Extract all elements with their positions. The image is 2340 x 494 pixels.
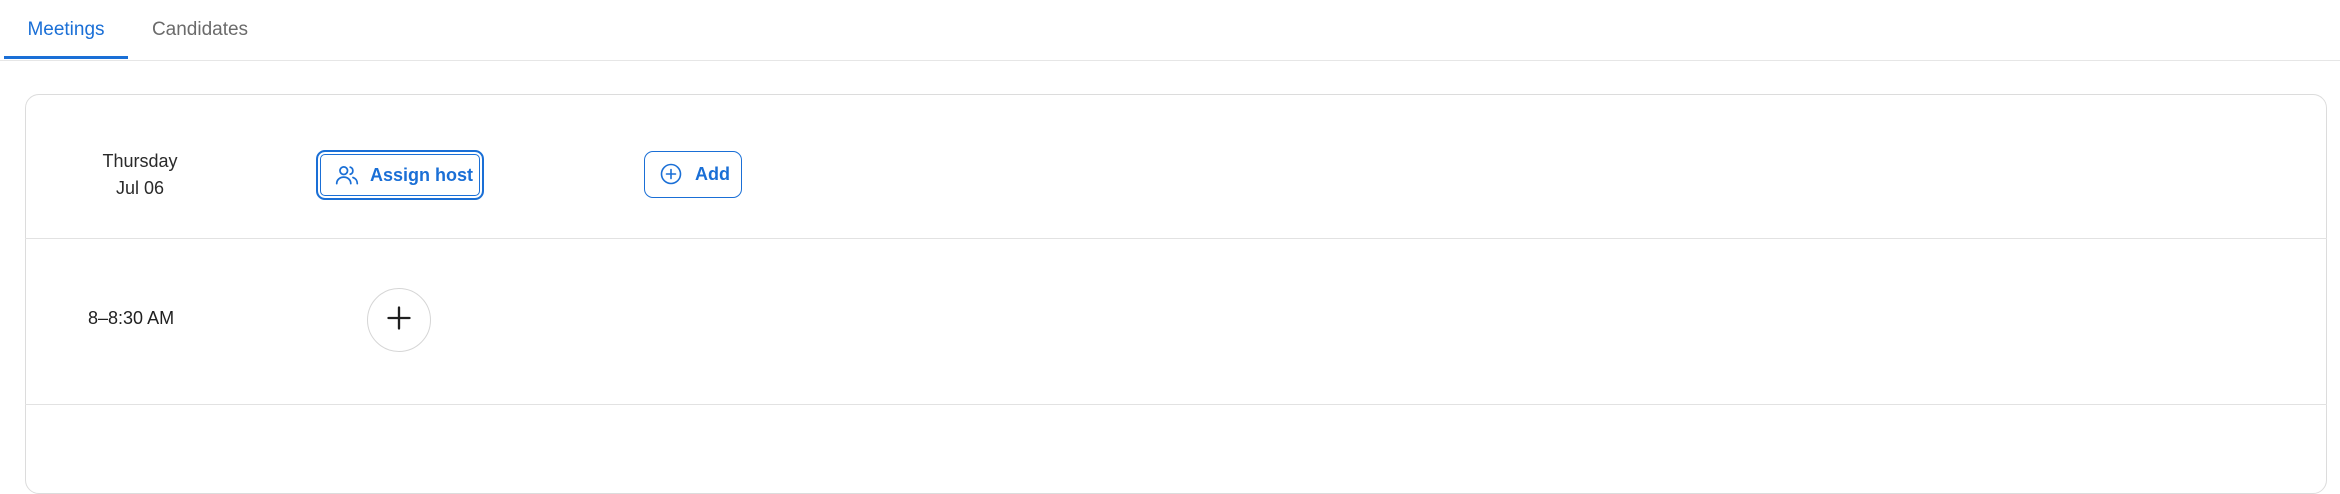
tab-meetings-label: Meetings bbox=[27, 18, 105, 40]
add-label: Add bbox=[695, 164, 730, 184]
plus-circle-icon bbox=[659, 162, 685, 188]
assign-host-button[interactable]: Assign host bbox=[316, 150, 484, 200]
plus-icon bbox=[385, 304, 413, 337]
row-divider bbox=[25, 404, 2327, 405]
add-slot-button[interactable] bbox=[367, 288, 431, 352]
row-divider bbox=[25, 238, 2327, 239]
users-icon bbox=[334, 162, 360, 188]
tab-candidates[interactable]: Candidates bbox=[140, 0, 260, 60]
day-weekday: Thursday bbox=[102, 151, 178, 171]
tab-candidates-label: Candidates bbox=[151, 19, 249, 40]
slot-time: 8–8:30 AM bbox=[88, 308, 175, 328]
add-button[interactable]: Add bbox=[644, 151, 742, 198]
tab-meetings[interactable]: Meetings bbox=[4, 0, 128, 59]
day-header: Thursday Jul 06 bbox=[75, 148, 205, 202]
tab-bar: Meetings Candidates bbox=[0, 0, 2340, 61]
assign-host-label: Assign host bbox=[370, 164, 474, 185]
day-date: Jul 06 bbox=[115, 178, 165, 198]
